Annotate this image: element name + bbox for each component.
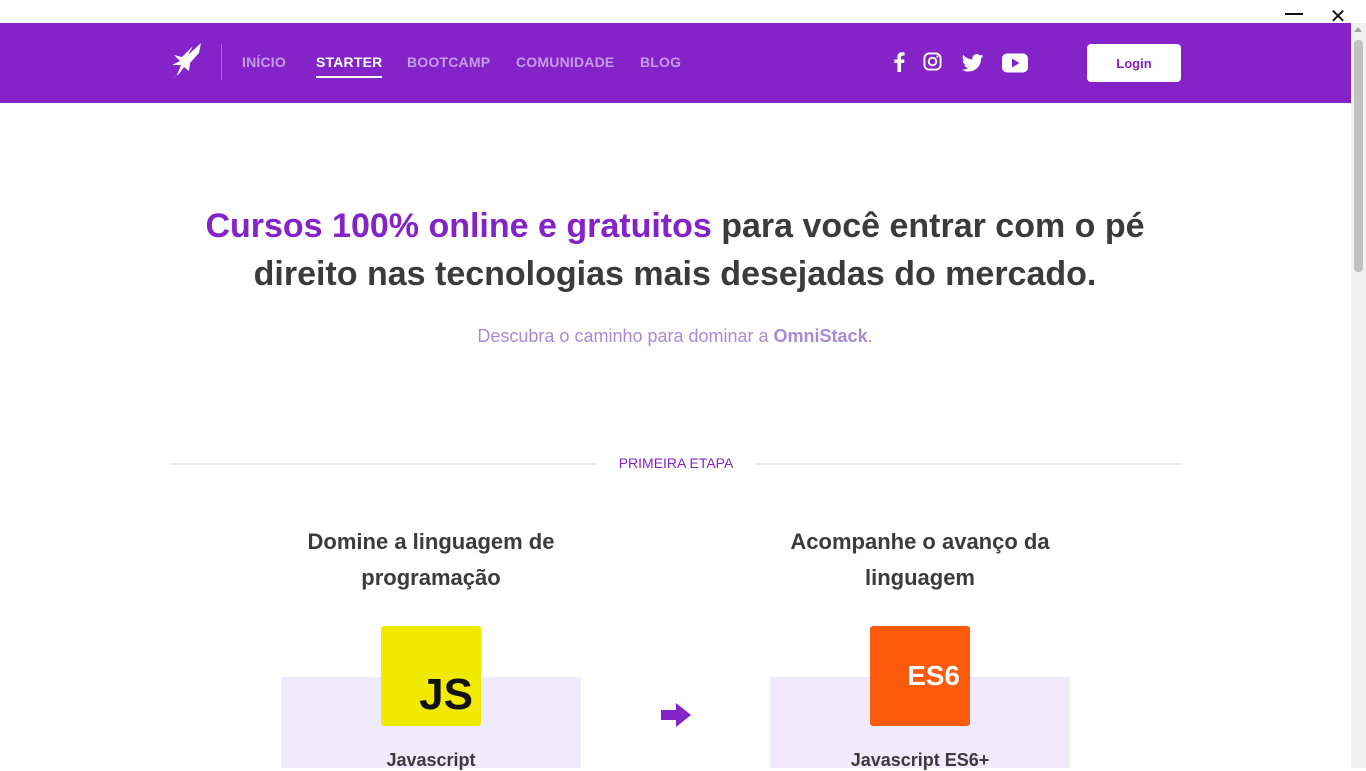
site-header: INÍCIO STARTER BOOTCAMP COMUNIDADE BLOG … [0, 23, 1351, 103]
nav-item-inicio[interactable]: INÍCIO [242, 54, 286, 70]
twitter-icon[interactable] [962, 54, 984, 72]
hero-title-highlight: Cursos 100% online e gratuitos [205, 207, 712, 245]
stage-divider-right [756, 463, 1181, 465]
login-button[interactable]: Login [1087, 44, 1181, 82]
nav-item-blog[interactable]: BLOG [640, 54, 681, 70]
nav-item-bootcamp[interactable]: BOOTCAMP [407, 54, 490, 70]
arrow-right-icon [661, 703, 691, 727]
hero-subtitle-brand: OmniStack [773, 326, 868, 346]
stage-divider-left [171, 463, 596, 465]
hero-subtitle: Descubra o caminho para dominar a OmniSt… [200, 326, 1150, 347]
logo-divider [221, 44, 222, 80]
javascript-logo-icon: JS [381, 626, 481, 726]
hero-subtitle-suffix: . [867, 326, 873, 346]
hero-title: Cursos 100% online e gratuitos para você… [200, 202, 1150, 298]
vertical-scrollbar[interactable] [1351, 23, 1366, 768]
column-title-es6: Acompanhe o avanço da linguagem [790, 529, 1050, 590]
es6-logo-icon: ES6 [870, 626, 970, 726]
nav-item-starter[interactable]: STARTER [316, 54, 383, 78]
scroll-up-arrow-icon[interactable] [1354, 27, 1362, 32]
scrollbar-thumb[interactable] [1354, 40, 1363, 272]
instagram-icon[interactable] [923, 52, 942, 71]
column-title-javascript: Domine a linguagem de programação [307, 529, 555, 590]
stage-label: PRIMEIRA ETAPA [618, 455, 734, 471]
hero-subtitle-prefix: Descubra o caminho para dominar a [477, 326, 774, 346]
youtube-icon[interactable] [1002, 53, 1028, 73]
rocketseat-logo-icon[interactable] [168, 41, 204, 81]
facebook-icon[interactable] [893, 52, 905, 72]
nav-item-comunidade[interactable]: COMUNIDADE [516, 54, 614, 70]
minimize-icon[interactable] [1285, 13, 1303, 15]
window-title-bar: ✕ [0, 0, 1366, 27]
